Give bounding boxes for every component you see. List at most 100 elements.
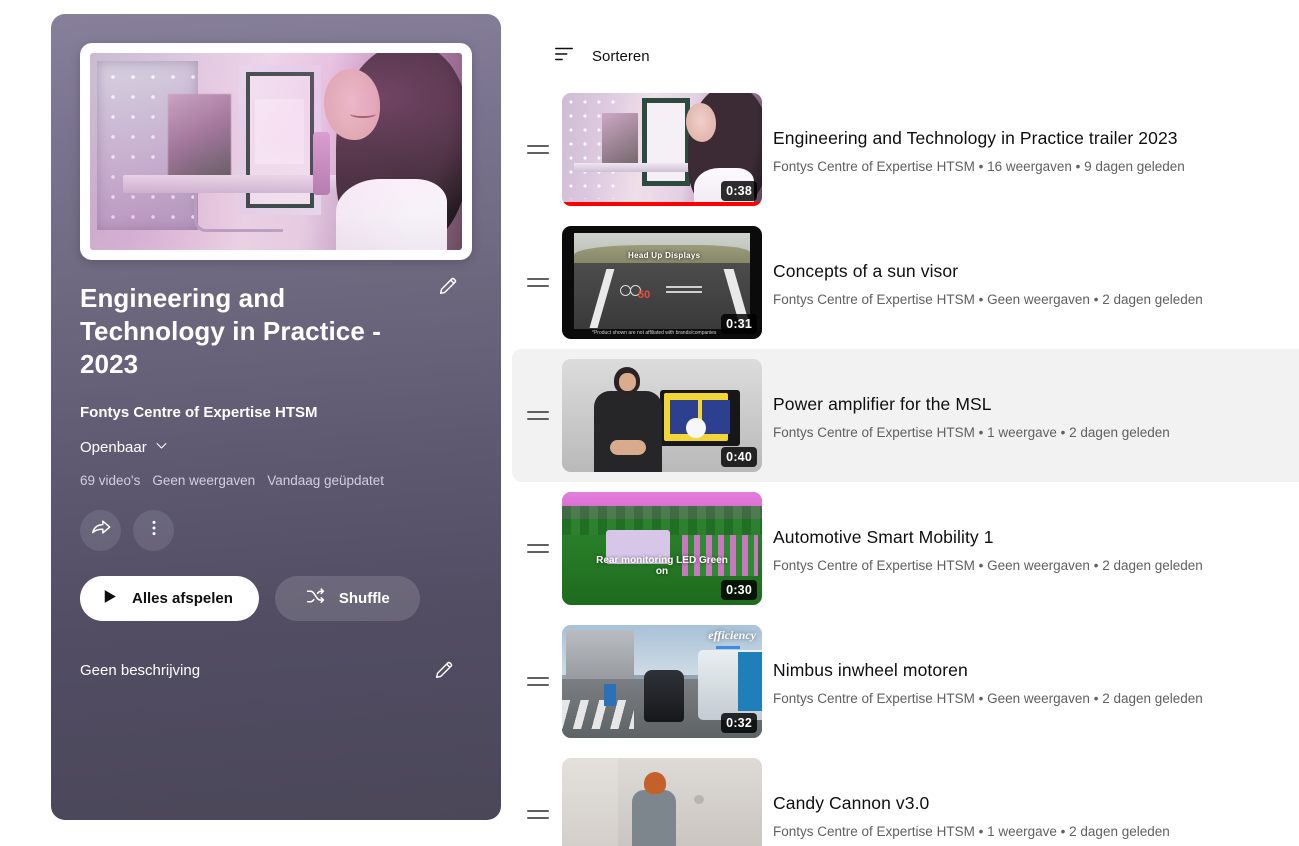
video-list-panel: Sorteren 0:38 Engineering and Technology …: [512, 0, 1299, 846]
video-age: 9 dagen geleden: [1084, 158, 1185, 174]
video-thumbnail[interactable]: 0:40: [562, 359, 762, 472]
video-thumbnail[interactable]: 0:38: [562, 93, 762, 206]
edit-description-button[interactable]: [424, 650, 464, 690]
drag-handle-icon[interactable]: [514, 411, 562, 420]
meta-separator: •: [978, 424, 984, 440]
video-title[interactable]: Engineering and Technology in Practice t…: [773, 126, 1185, 150]
playlist-description-row: Geen beschrijving: [80, 650, 472, 690]
video-meta: Fontys Centre of Expertise HTSM • Geen w…: [773, 292, 1203, 307]
video-views: Geen weergaven: [987, 690, 1090, 706]
meta-separator: •: [978, 690, 984, 706]
watch-progress-bar: [562, 202, 762, 206]
meta-separator: •: [1060, 823, 1066, 839]
video-meta: Fontys Centre of Expertise HTSM • 16 wee…: [773, 159, 1185, 174]
video-list-item[interactable]: 0:38 Engineering and Technology in Practi…: [512, 83, 1299, 216]
meta-separator: •: [1093, 690, 1099, 706]
video-channel: Fontys Centre of Expertise HTSM: [773, 291, 975, 307]
playlist-updated: Vandaag geüpdatet: [267, 473, 385, 488]
sort-button[interactable]: Sorteren: [553, 43, 703, 70]
meta-separator: •: [1075, 158, 1081, 174]
video-list-item[interactable]: Candy Cannon v3.0 Fontys Centre of Expert…: [512, 748, 1299, 846]
thumb-art-glow: [90, 53, 462, 250]
edit-title-button[interactable]: [428, 266, 468, 306]
video-duration: 0:38: [721, 180, 757, 201]
play-icon: [100, 587, 119, 610]
drag-handle-icon[interactable]: [514, 544, 562, 553]
video-list: 0:38 Engineering and Technology in Practi…: [512, 83, 1299, 846]
video-age: 2 dagen geleden: [1102, 291, 1203, 307]
playlist-title-row: Engineering and Technology in Practice -…: [80, 260, 472, 381]
video-list-item[interactable]: efficiency 0:32 Nimbus inwheel motoren Font…: [512, 615, 1299, 748]
video-views: 1 weergave: [987, 424, 1057, 440]
video-list-item[interactable]: Head Up Displays 50 *Product shown are not…: [512, 216, 1299, 349]
meta-separator: •: [1060, 424, 1066, 440]
share-button[interactable]: [80, 510, 121, 551]
video-list-item[interactable]: Rear monitoring LED Green on 0:30 Automoti…: [512, 482, 1299, 615]
edit-pencil-icon: [433, 659, 455, 681]
video-title[interactable]: Concepts of a sun visor: [773, 259, 1203, 283]
share-icon: [90, 517, 112, 544]
video-views: Geen weergaven: [987, 557, 1090, 573]
more-options-button[interactable]: [133, 510, 174, 551]
playlist-views: Geen weergaven: [152, 473, 256, 488]
video-thumbnail[interactable]: [562, 758, 762, 846]
more-vertical-icon: [144, 518, 164, 543]
hero-thumbnail-image: [90, 53, 462, 250]
play-all-button[interactable]: Alles afspelen: [80, 576, 259, 621]
sort-icon: [553, 43, 575, 70]
drag-handle-icon[interactable]: [514, 677, 562, 686]
video-views: 16 weergaven: [987, 158, 1072, 174]
meta-separator: •: [1093, 291, 1099, 307]
video-title[interactable]: Power amplifier for the MSL: [773, 392, 1170, 416]
video-title[interactable]: Nimbus inwheel motoren: [773, 658, 1203, 682]
video-views: Geen weergaven: [987, 291, 1090, 307]
meta-separator: •: [978, 158, 984, 174]
playlist-video-count: 69 video's: [80, 473, 141, 488]
shuffle-button[interactable]: Shuffle: [274, 576, 420, 621]
video-info: Engineering and Technology in Practice t…: [773, 126, 1201, 174]
playlist-privacy-dropdown[interactable]: Openbaar: [80, 438, 169, 457]
privacy-label: Openbaar: [80, 439, 147, 456]
video-info: Nimbus inwheel motoren Fontys Centre of E…: [773, 658, 1219, 706]
video-channel: Fontys Centre of Expertise HTSM: [773, 557, 975, 573]
video-duration: 0:30: [721, 579, 757, 600]
video-info: Concepts of a sun visor Fontys Centre of …: [773, 259, 1219, 307]
video-duration: 0:31: [721, 313, 757, 334]
video-channel: Fontys Centre of Expertise HTSM: [773, 424, 975, 440]
meta-separator: •: [978, 557, 984, 573]
video-thumbnail[interactable]: Head Up Displays 50 *Product shown are not…: [562, 226, 762, 339]
video-thumbnail[interactable]: Rear monitoring LED Green on 0:30: [562, 492, 762, 605]
playlist-description: Geen beschrijving: [80, 661, 201, 679]
playlist-play-buttons: Alles afspelen Shuffle: [80, 576, 472, 621]
video-list-item[interactable]: 0:40 Power amplifier for the MSL Fontys Ce…: [512, 349, 1299, 482]
video-title[interactable]: Candy Cannon v3.0: [773, 791, 1170, 815]
video-age: 2 dagen geleden: [1102, 690, 1203, 706]
shuffle-label: Shuffle: [338, 590, 390, 607]
drag-handle-icon[interactable]: [514, 810, 562, 819]
drag-handle-icon[interactable]: [514, 145, 562, 154]
play-all-label: Alles afspelen: [132, 590, 233, 607]
drag-handle-icon[interactable]: [514, 278, 562, 287]
video-channel: Fontys Centre of Expertise HTSM: [773, 823, 975, 839]
meta-separator: •: [1093, 557, 1099, 573]
playlist-sidebar: Engineering and Technology in Practice -…: [51, 14, 501, 820]
video-info: Candy Cannon v3.0 Fontys Centre of Expert…: [773, 791, 1186, 839]
playlist-action-buttons: [80, 510, 472, 551]
playlist-sidebar-wrapper: Engineering and Technology in Practice -…: [0, 0, 512, 846]
video-info: Automotive Smart Mobility 1 Fontys Centre…: [773, 525, 1219, 573]
video-duration: 0:40: [721, 446, 757, 467]
video-meta: Fontys Centre of Expertise HTSM • Geen w…: [773, 691, 1203, 706]
video-thumbnail[interactable]: efficiency 0:32: [562, 625, 762, 738]
playlist-channel-name[interactable]: Fontys Centre of Expertise HTSM: [80, 404, 472, 421]
playlist-meta: 69 video's Geen weergaven Vandaag geüpda…: [80, 473, 472, 488]
video-channel: Fontys Centre of Expertise HTSM: [773, 158, 975, 174]
video-title[interactable]: Automotive Smart Mobility 1: [773, 525, 1203, 549]
video-info: Power amplifier for the MSL Fontys Centre…: [773, 392, 1186, 440]
video-channel: Fontys Centre of Expertise HTSM: [773, 690, 975, 706]
video-age: 2 dagen geleden: [1069, 823, 1170, 839]
meta-separator: •: [978, 291, 984, 307]
video-age: 2 dagen geleden: [1069, 424, 1170, 440]
playlist-hero-thumbnail[interactable]: [80, 43, 472, 260]
playlist-page: Engineering and Technology in Practice -…: [0, 0, 1299, 846]
video-duration: 0:32: [721, 712, 757, 733]
